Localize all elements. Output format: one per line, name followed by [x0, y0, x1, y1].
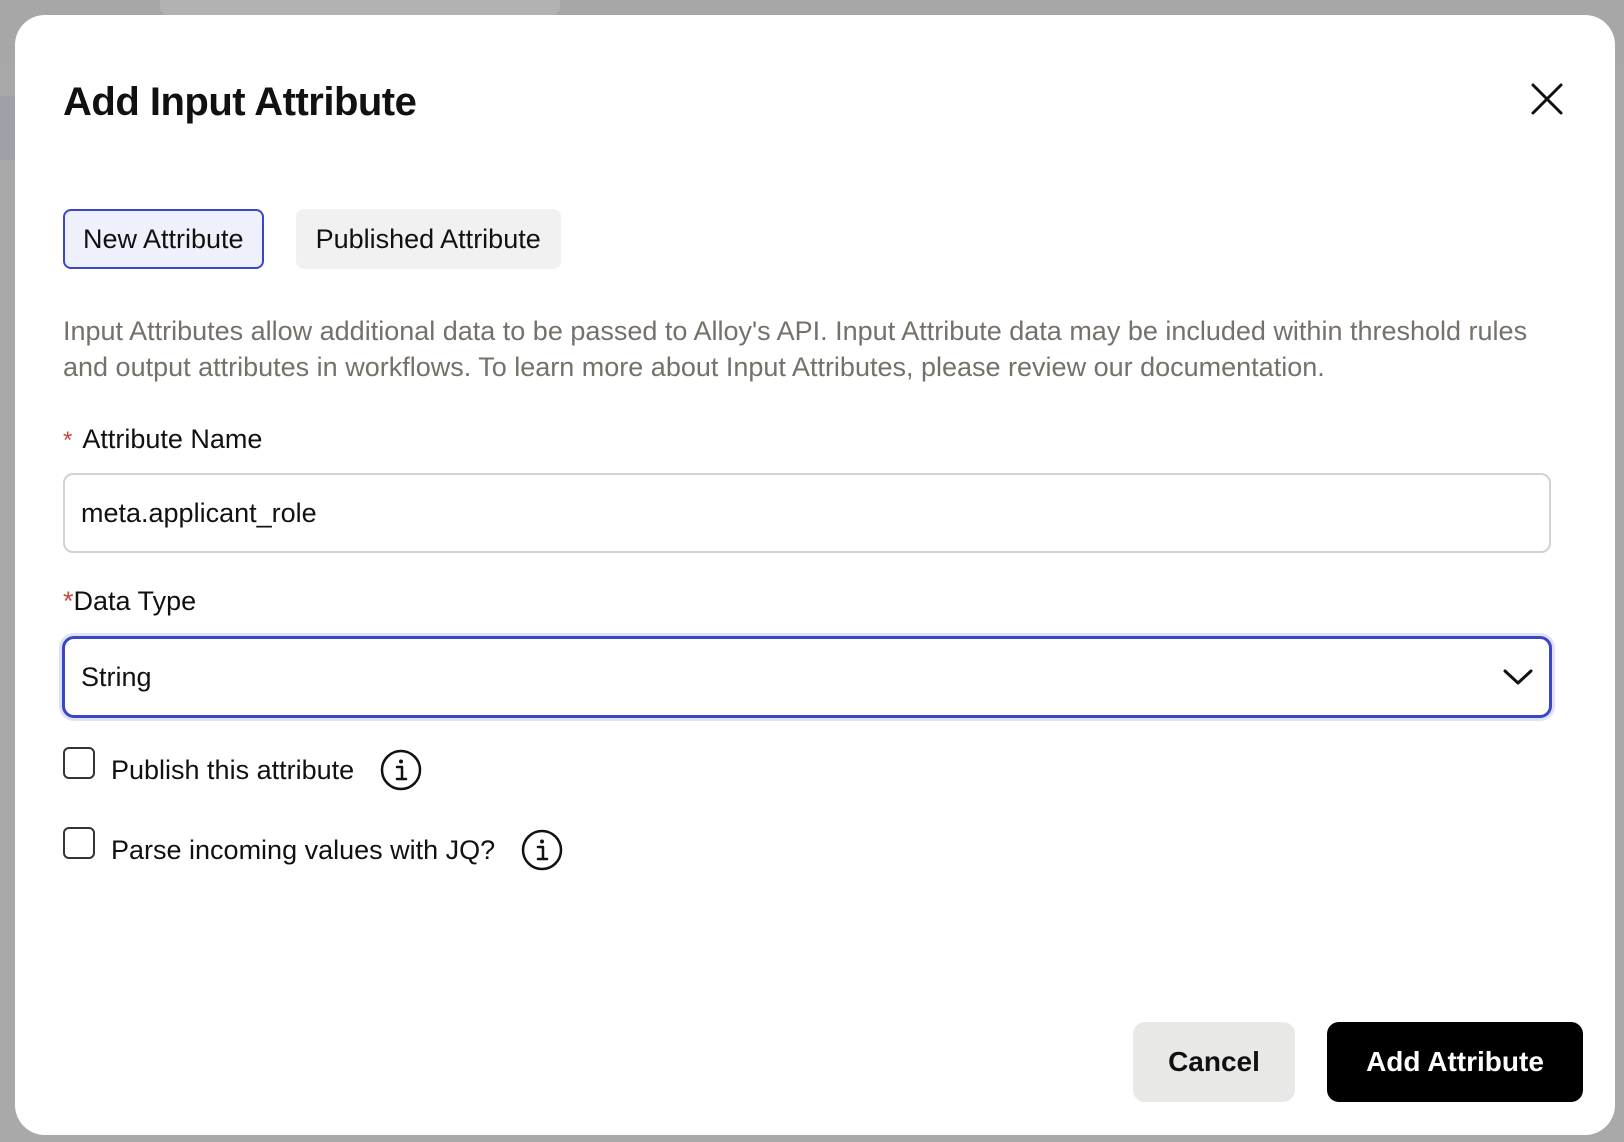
- required-marker: *: [63, 586, 74, 616]
- data-type-selected-value: String: [81, 661, 152, 692]
- data-type-label-text: Data Type: [73, 586, 197, 616]
- data-type-select[interactable]: String: [62, 636, 1552, 718]
- info-icon: [521, 829, 563, 871]
- add-input-attribute-dialog: Add Input Attribute New Attribute Publis…: [15, 15, 1615, 1135]
- parse-jq-checkbox[interactable]: [63, 827, 95, 859]
- tab-published-attribute[interactable]: Published Attribute: [295, 209, 561, 269]
- info-icon: [380, 749, 422, 791]
- publish-attribute-row: Publish this attribute: [63, 747, 422, 791]
- close-icon: [1531, 83, 1563, 115]
- cancel-button[interactable]: Cancel: [1133, 1022, 1295, 1102]
- required-marker: *: [63, 427, 73, 454]
- background-search-bar: [160, 0, 560, 16]
- chevron-down-icon: [1503, 669, 1533, 685]
- parse-jq-label: Parse incoming values with JQ?: [111, 834, 496, 865]
- parse-jq-info-button[interactable]: [521, 829, 563, 871]
- add-attribute-button[interactable]: Add Attribute: [1327, 1022, 1583, 1102]
- close-button[interactable]: [1519, 71, 1575, 127]
- publish-info-button[interactable]: [380, 749, 422, 791]
- tab-new-attribute[interactable]: New Attribute: [63, 209, 264, 269]
- dialog-description: Input Attributes allow additional data t…: [63, 316, 1528, 382]
- attribute-name-value: meta.applicant_role: [81, 497, 317, 528]
- background-sidebar: [0, 96, 16, 160]
- publish-attribute-label: Publish this attribute: [111, 754, 355, 785]
- attribute-source-tabs: New Attribute Published Attribute: [63, 209, 561, 269]
- attribute-name-label-text: Attribute Name: [82, 424, 263, 454]
- parse-jq-row: Parse incoming values with JQ?: [63, 827, 563, 871]
- data-type-label: *Data Type: [63, 583, 196, 619]
- attribute-name-input[interactable]: meta.applicant_role: [63, 473, 1551, 553]
- attribute-name-label: * Attribute Name: [63, 421, 262, 459]
- dialog-title: Add Input Attribute: [63, 80, 417, 124]
- publish-attribute-checkbox[interactable]: [63, 747, 95, 779]
